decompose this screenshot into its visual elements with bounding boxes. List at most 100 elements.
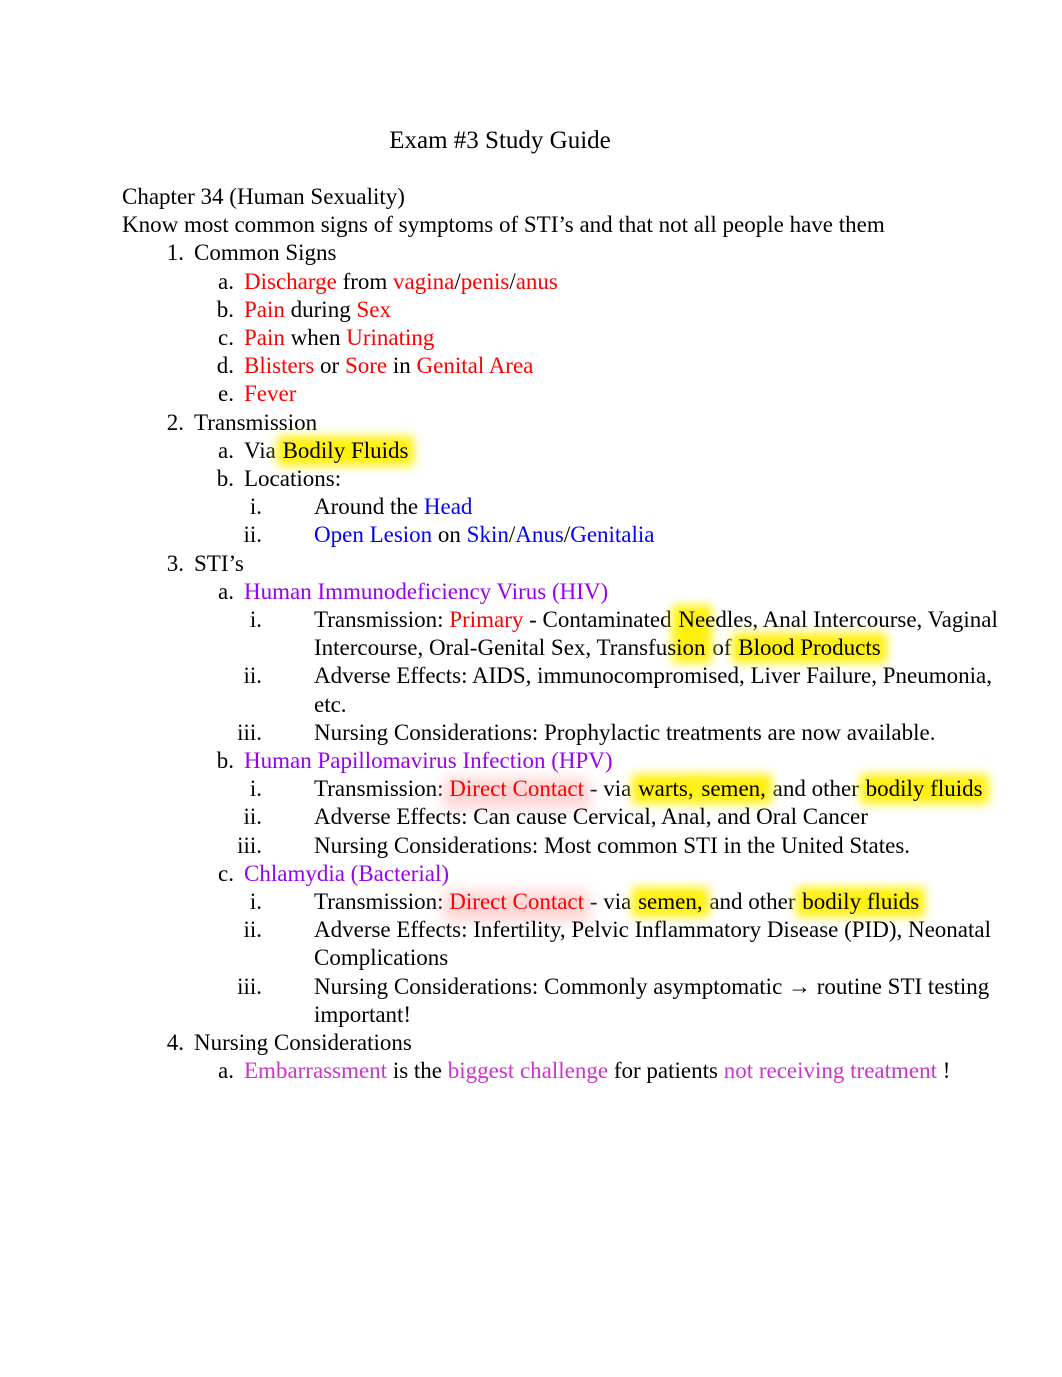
highlight-bodily-fluids: bodily fluids bbox=[865, 776, 983, 802]
list-item-chlamydia-adverse-effects: ii. Adverse Effects: Infertility, Pelvic… bbox=[122, 916, 1022, 972]
text-nursing-considerations: Nursing Considerations: Most common STI … bbox=[314, 832, 911, 858]
list-item-hpv-nursing: iii. Nursing Considerations: Most common… bbox=[122, 832, 1022, 860]
highlight-blood-products: Blood Products bbox=[738, 635, 881, 661]
list-item-hpv: b. Human Papillomavirus Infection (HPV) bbox=[122, 747, 1022, 775]
list-item-chlamydia: c. Chlamydia (Bacterial) bbox=[122, 860, 1022, 888]
term-penis: penis bbox=[460, 268, 510, 294]
term-anus: Anus bbox=[515, 522, 564, 548]
sti-name-hiv: Human Immunodeficiency Virus (HIV) bbox=[244, 578, 609, 604]
list-marker: a. bbox=[218, 578, 234, 604]
highlight-semen: semen, bbox=[701, 776, 766, 802]
list-marker: c. bbox=[218, 325, 234, 351]
document-page: Exam #3 Study Guide Chapter 34 (Human Se… bbox=[0, 0, 1062, 1377]
list-marker: i. bbox=[249, 889, 262, 915]
connector-and-other: and other bbox=[703, 889, 802, 915]
connector-via: - via bbox=[584, 889, 638, 915]
list-marker: 3. bbox=[166, 550, 184, 576]
list-item-discharge: a. Discharge from vagina/penis/anus bbox=[122, 268, 1022, 296]
list-marker: iii. bbox=[237, 832, 262, 858]
text-adverse-effects: Adverse Effects: Infertility, Pelvic Inf… bbox=[314, 917, 991, 971]
term-fever: Fever bbox=[244, 381, 297, 407]
text-nursing-considerations: Nursing Considerations: Commonly asympto… bbox=[314, 973, 990, 1027]
term-genitalia: Genitalia bbox=[570, 522, 655, 548]
sti-name-hpv: Human Papillomavirus Infection (HPV) bbox=[244, 748, 613, 774]
term-discharge: Discharge bbox=[244, 268, 337, 294]
term-genital-area: Genital Area bbox=[416, 353, 534, 379]
term-direct-contact: Direct Contact bbox=[449, 889, 585, 915]
list-marker: ii. bbox=[243, 663, 262, 689]
list-item-nursing-considerations: 4. Nursing Considerations bbox=[122, 1029, 1022, 1057]
list-item-pain-urinating: c. Pain when Urinating bbox=[122, 324, 1022, 352]
term-skin: Skin bbox=[466, 522, 509, 548]
connector-in: in bbox=[387, 353, 417, 379]
list-item-blisters-sore: d. Blisters or Sore in Genital Area bbox=[122, 352, 1022, 380]
list-item-hpv-adverse-effects: ii. Adverse Effects: Can cause Cervical,… bbox=[122, 803, 1022, 831]
exclamation: ! bbox=[937, 1058, 951, 1084]
text-adverse-effects: Adverse Effects: AIDS, immunocompromised… bbox=[314, 663, 992, 717]
list-item-fever: e. Fever bbox=[122, 380, 1022, 408]
connector-is-the: is the bbox=[387, 1058, 448, 1084]
list-marker: 2. bbox=[166, 409, 184, 435]
list-item-embarrassment: a. Embarrassment is the biggest challeng… bbox=[122, 1057, 1022, 1085]
term-direct-contact: Direct Contact bbox=[449, 776, 585, 802]
intro-line: Know most common signs of symptoms of ST… bbox=[122, 212, 885, 238]
document-content: Chapter 34 (Human Sexuality) Know most c… bbox=[0, 183, 1062, 1086]
list-item-hiv-nursing: iii. Nursing Considerations: Prophylacti… bbox=[122, 719, 1022, 747]
list-marker: i. bbox=[249, 776, 262, 802]
term-embarrassment: Embarrassment bbox=[244, 1058, 388, 1084]
list-item-label: Transmission bbox=[194, 409, 318, 435]
label-transmission: Transmission: bbox=[314, 889, 450, 915]
term-anus: anus bbox=[515, 268, 558, 294]
list-marker: a. bbox=[218, 1058, 234, 1084]
connector-via: - via bbox=[584, 776, 638, 802]
list-marker: i. bbox=[249, 494, 262, 520]
term-sore: Sore bbox=[344, 353, 388, 379]
list-item-stis: 3. STI’s bbox=[122, 550, 1022, 578]
connector-and-other: and other bbox=[766, 776, 865, 802]
list-item-locations: b. Locations: bbox=[122, 465, 1022, 493]
term-sex: Sex bbox=[356, 296, 391, 322]
connector-or: or bbox=[314, 353, 345, 379]
list-item-around-head: i. Around the Head bbox=[122, 493, 1022, 521]
connector-during: during bbox=[284, 296, 357, 322]
highlight-bodily-fluids: Bodily Fluids bbox=[282, 437, 409, 463]
list-item-chlamydia-nursing: iii. Nursing Considerations: Commonly as… bbox=[122, 973, 1022, 1029]
list-item-hiv: a. Human Immunodeficiency Virus (HIV) bbox=[122, 578, 1022, 606]
list-marker: d. bbox=[216, 353, 234, 379]
term-urinating: Urinating bbox=[346, 325, 435, 351]
list-item-pain-during-sex: b. Pain during Sex bbox=[122, 296, 1022, 324]
list-marker: ii. bbox=[243, 522, 262, 548]
list-marker: a. bbox=[218, 268, 234, 294]
list-item-via-bodily-fluids: a. Via Bodily Fluids bbox=[122, 437, 1022, 465]
connector-via: Via bbox=[244, 437, 282, 463]
sti-name-chlamydia: Chlamydia (Bacterial) bbox=[244, 860, 450, 886]
list-item-common-signs: 1. Common Signs bbox=[122, 239, 1022, 267]
list-marker: i. bbox=[249, 607, 262, 633]
list-marker: b. bbox=[216, 748, 234, 774]
list-marker: iii. bbox=[237, 719, 262, 745]
connector-for-patients: for patients bbox=[608, 1058, 724, 1084]
text-adverse-effects: Adverse Effects: Can cause Cervical, Ana… bbox=[314, 804, 868, 830]
list-item-label: Locations: bbox=[244, 466, 342, 492]
label-transmission: Transmission: bbox=[314, 776, 450, 802]
list-marker: ii. bbox=[243, 917, 262, 943]
list-item-open-lesion: ii. Open Lesion on Skin/Anus/Genitalia bbox=[122, 521, 1022, 549]
list-marker: 1. bbox=[166, 240, 184, 266]
list-item-transmission: 2. Transmission bbox=[122, 409, 1022, 437]
list-marker: b. bbox=[216, 466, 234, 492]
list-marker: e. bbox=[218, 381, 234, 407]
connector-contaminated: - Contaminated bbox=[523, 607, 678, 633]
list-marker: c. bbox=[218, 860, 234, 886]
connector-around-the: Around the bbox=[314, 494, 424, 520]
list-marker: a. bbox=[218, 437, 234, 463]
list-item-hiv-adverse-effects: ii. Adverse Effects: AIDS, immunocomprom… bbox=[122, 662, 1022, 718]
list-item-hpv-transmission: i. Transmission: Direct Contact - via wa… bbox=[122, 775, 1022, 803]
list-item-label: Common Signs bbox=[194, 240, 337, 266]
term-open-lesion: Open Lesion bbox=[314, 522, 433, 548]
list-item-chlamydia-transmission: i. Transmission: Direct Contact - via se… bbox=[122, 888, 1022, 916]
list-marker: b. bbox=[216, 296, 234, 322]
list-marker: ii. bbox=[243, 804, 262, 830]
list-item-label: STI’s bbox=[194, 550, 244, 576]
term-vagina: vagina bbox=[393, 268, 455, 294]
highlight-warts: warts, bbox=[638, 776, 694, 802]
